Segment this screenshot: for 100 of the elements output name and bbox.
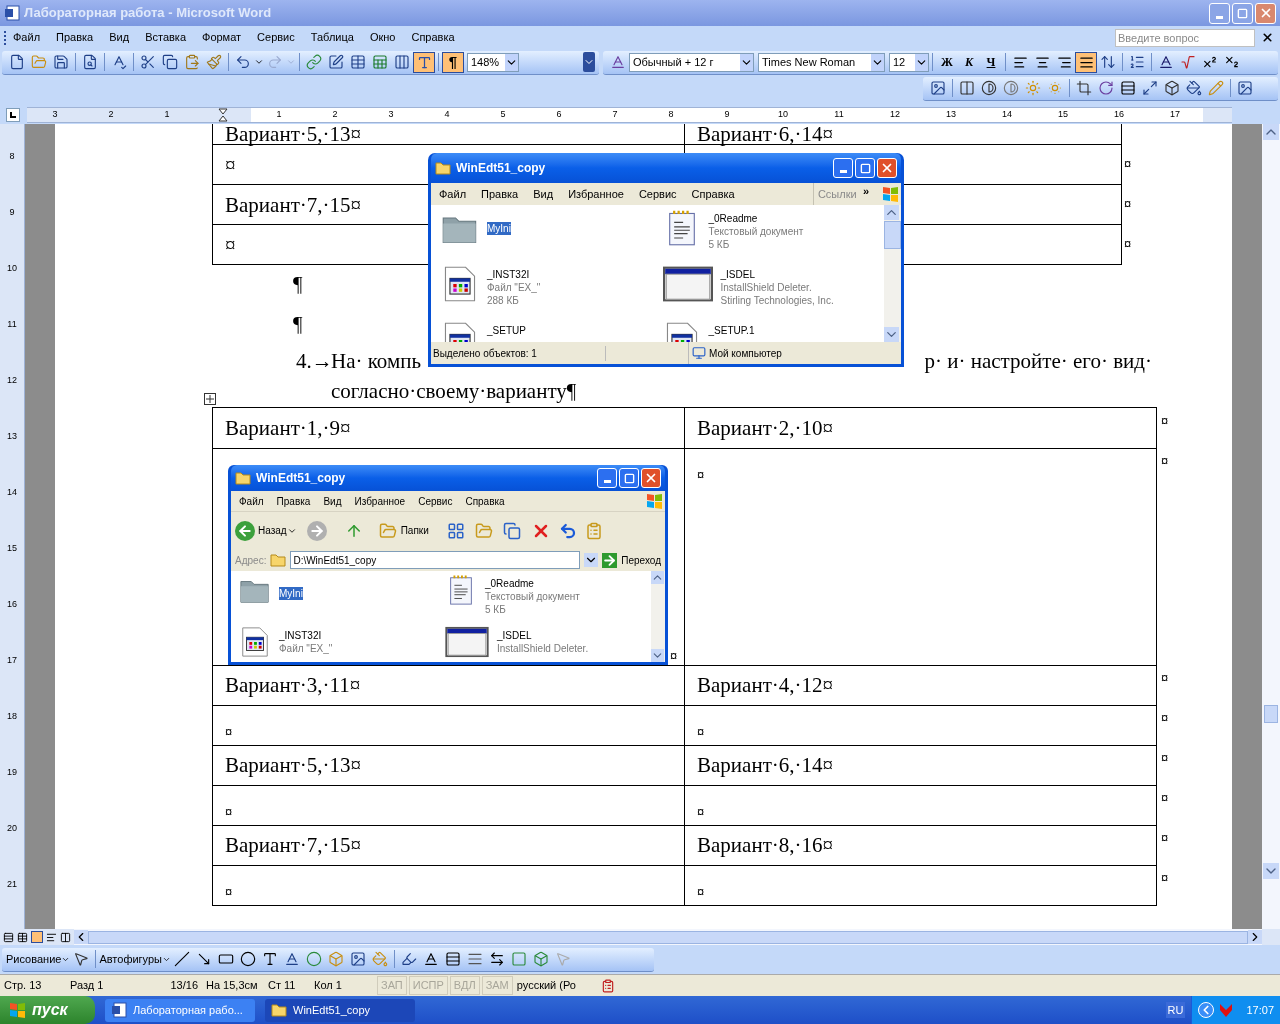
- file-name[interactable]: _ISDEL: [720, 268, 755, 281]
- style-dropdown[interactable]: Обычный + 12 г: [629, 52, 754, 72]
- insert-picture-icon[interactable]: [930, 80, 946, 96]
- save-icon[interactable]: [53, 54, 69, 70]
- toolbar-options-icon[interactable]: [583, 52, 595, 72]
- file-name[interactable]: _INST32I: [279, 629, 322, 642]
- scroll-up-icon[interactable]: [1263, 124, 1279, 140]
- zoom-dropdown[interactable]: 148%: [467, 52, 519, 72]
- address-field[interactable]: D:\WinEdt51_copy: [290, 551, 581, 569]
- format-picture-icon[interactable]: [1186, 80, 1202, 96]
- outline-view-icon[interactable]: [46, 931, 57, 943]
- web-view-icon[interactable]: [17, 931, 28, 943]
- menu-item[interactable]: Окно: [369, 29, 396, 46]
- menu-item[interactable]: Избранное: [354, 493, 406, 509]
- rotate-icon[interactable]: [1098, 80, 1114, 96]
- menu-item[interactable]: Вставка: [145, 29, 186, 46]
- dropdown-icon[interactable]: [254, 57, 264, 67]
- menu-item[interactable]: Вид: [533, 185, 554, 203]
- justify-button[interactable]: [1075, 51, 1097, 73]
- font-size-dropdown[interactable]: 12: [889, 52, 929, 72]
- italic-button[interactable]: К: [958, 53, 980, 71]
- taskbar-button[interactable]: WinEdt51_copy: [265, 998, 415, 1022]
- text-box-icon[interactable]: [262, 951, 278, 967]
- menu-item[interactable]: Правка: [481, 185, 519, 203]
- line-spacing-icon[interactable]: [1100, 54, 1116, 70]
- scroll-down-icon[interactable]: [1263, 863, 1279, 879]
- diagram-icon[interactable]: [306, 951, 322, 967]
- font-color-icon[interactable]: [423, 951, 439, 967]
- format-painter-icon[interactable]: [206, 54, 222, 70]
- file-name[interactable]: MyIni: [279, 587, 303, 600]
- scroll-right-icon[interactable]: [1248, 930, 1262, 944]
- more-contrast-icon[interactable]: [981, 80, 997, 96]
- subscript-icon[interactable]: [1224, 54, 1240, 70]
- color-icon[interactable]: [959, 80, 975, 96]
- menu-item[interactable]: Вид: [109, 29, 130, 46]
- minimize-button[interactable]: [597, 468, 617, 488]
- table-move-handle-icon[interactable]: [204, 393, 216, 405]
- picture-icon[interactable]: [350, 951, 366, 967]
- menu-item[interactable]: Сервис: [638, 185, 677, 203]
- normal-view-icon[interactable]: [3, 931, 14, 943]
- minimize-button[interactable]: [833, 158, 853, 178]
- scrollbar-thumb[interactable]: [1264, 705, 1278, 723]
- scroll-up-icon[interactable]: [884, 205, 899, 220]
- scrollbar[interactable]: [651, 571, 665, 662]
- menu-item[interactable]: Избранное: [568, 185, 624, 203]
- dropdown-icon[interactable]: [915, 53, 928, 71]
- dropdown-icon[interactable]: [740, 53, 753, 71]
- set-transparent-color-icon[interactable]: [1208, 80, 1224, 96]
- paste-icon[interactable]: [184, 54, 200, 70]
- styles-icon[interactable]: [610, 54, 626, 70]
- crop-icon[interactable]: [1076, 80, 1092, 96]
- font-dropdown[interactable]: Times New Roman: [758, 52, 885, 72]
- menu-item[interactable]: Справка: [411, 29, 455, 46]
- indent-marker-icon[interactable]: [218, 108, 228, 122]
- clip-art-icon[interactable]: [328, 951, 344, 967]
- folders-button[interactable]: Папки: [400, 523, 429, 538]
- wordart-icon[interactable]: [284, 951, 300, 967]
- maximize-button[interactable]: [619, 468, 639, 488]
- language-indicator[interactable]: RU: [1165, 1001, 1186, 1019]
- chevron-button[interactable]: »: [862, 182, 869, 200]
- spelling-icon[interactable]: [111, 54, 127, 70]
- start-button[interactable]: пуск: [0, 996, 95, 1024]
- close-icon[interactable]: [1261, 31, 1274, 44]
- file-name[interactable]: _0Readme: [485, 577, 534, 590]
- line-style-icon[interactable]: [445, 951, 461, 967]
- go-button[interactable]: Переход: [621, 552, 661, 568]
- dropdown-icon[interactable]: [505, 53, 518, 71]
- taskbar-button[interactable]: Лабораторная рабо...: [105, 998, 255, 1022]
- menu-item[interactable]: Файл: [239, 493, 264, 509]
- drawing-menu-button[interactable]: Рисование: [6, 950, 62, 968]
- back-button[interactable]: Назад: [258, 523, 287, 538]
- tab-selector[interactable]: [6, 108, 20, 122]
- reset-picture-icon[interactable]: [1237, 80, 1253, 96]
- menu-item[interactable]: Сервис: [257, 29, 295, 46]
- file-name[interactable]: _SETUP.1: [708, 324, 755, 337]
- file-name[interactable]: _SETUP: [487, 324, 526, 337]
- superscript-icon[interactable]: [1202, 54, 1218, 70]
- fill-color-icon[interactable]: [372, 951, 388, 967]
- undo-icon[interactable]: [235, 54, 251, 70]
- menu-item[interactable]: Файл: [13, 29, 41, 46]
- autoshapes-menu-button[interactable]: Автофигуры: [99, 950, 162, 968]
- rectangle-icon[interactable]: [218, 951, 234, 967]
- oval-icon[interactable]: [240, 951, 256, 967]
- scroll-left-icon[interactable]: [74, 930, 88, 944]
- underline-button[interactable]: Ч: [980, 53, 1002, 71]
- file-name[interactable]: _0Readme: [708, 212, 758, 225]
- copy-icon[interactable]: [162, 54, 178, 70]
- new-document-icon[interactable]: [9, 54, 25, 70]
- less-contrast-icon[interactable]: [1003, 80, 1019, 96]
- menu-item[interactable]: Справка: [465, 493, 505, 509]
- equation-icon[interactable]: [1180, 54, 1196, 70]
- line-style-icon[interactable]: [1120, 80, 1136, 96]
- views-icon[interactable]: [446, 521, 465, 540]
- menu-item[interactable]: Таблица: [310, 29, 354, 46]
- file-name[interactable]: _ISDEL: [497, 629, 532, 642]
- tables-borders-icon[interactable]: [328, 54, 344, 70]
- 3d-icon[interactable]: [533, 951, 549, 967]
- close-button[interactable]: [641, 468, 661, 488]
- select-objects-icon[interactable]: [73, 951, 90, 967]
- menu-item[interactable]: Файл: [439, 185, 467, 203]
